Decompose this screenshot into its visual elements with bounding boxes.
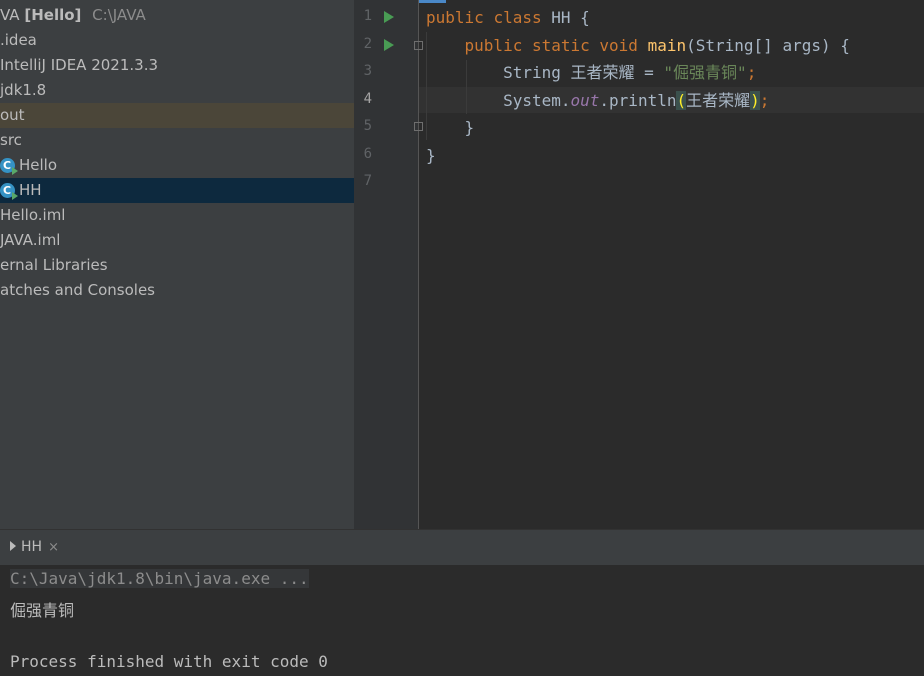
console-command-line[interactable]: C:\Java\jdk1.8\bin\java.exe ... — [10, 569, 309, 588]
run-config-icon — [10, 541, 16, 551]
code-line-4: System.out.println(王者荣耀); — [426, 91, 769, 111]
run-main-icon[interactable] — [384, 39, 394, 51]
root-name: VA — [0, 6, 20, 24]
run-tab[interactable]: HH × — [0, 530, 59, 565]
code-text: = — [634, 63, 664, 82]
tree-item-label: Hello — [19, 156, 58, 174]
run-tab-label: HH — [21, 539, 43, 555]
code-field: out — [570, 91, 600, 110]
code-keyword: static — [531, 36, 590, 55]
tree-item-label: src — [0, 131, 22, 149]
tree-item-label: atches and Consoles — [0, 281, 155, 299]
code-variable: 王者荣耀 — [570, 63, 635, 82]
code-keyword: public — [464, 36, 523, 55]
code-keyword: public — [426, 8, 484, 27]
code-string: "倔强青铜" — [663, 63, 747, 82]
tree-item-label: .idea — [0, 31, 37, 49]
code-function: main — [647, 36, 687, 55]
line-number: 1 — [363, 8, 372, 24]
tree-item-hello-iml[interactable]: Hello.iml — [0, 203, 354, 228]
java-class-icon — [0, 178, 18, 203]
code-keyword: void — [599, 36, 638, 55]
editor-gutter: 1 2 3 4 5 6 7 — [354, 0, 423, 529]
run-panel: HH × C:\Java\jdk1.8\bin\java.exe ... 倔强青铜… — [0, 529, 924, 676]
tree-item-external-libraries[interactable]: ernal Libraries — [0, 253, 354, 278]
code-text: } — [426, 146, 436, 165]
project-panel: VA [Hello] C:\JAVA .idea IntelliJ IDEA 2… — [0, 0, 354, 529]
tree-item-out[interactable]: out — [0, 103, 354, 128]
line-number: 3 — [363, 63, 372, 79]
code-paren: ( — [676, 91, 687, 110]
tree-item-hh[interactable]: HH — [0, 178, 354, 203]
tree-item-hello[interactable]: Hello — [0, 153, 354, 178]
tree-item-jdk[interactable]: jdk1.8 — [0, 78, 354, 103]
code-line-5: } — [426, 118, 475, 138]
code-text: System. — [503, 91, 571, 110]
tree-item-label: jdk1.8 — [0, 81, 47, 99]
tree-item-intellij[interactable]: IntelliJ IDEA 2021.3.3 — [0, 53, 354, 78]
code-semicolon: ; — [746, 63, 757, 82]
tree-item-label: ernal Libraries — [0, 256, 108, 274]
code-text: } — [464, 118, 475, 137]
code-line-2: public static void main(String[] args) { — [426, 36, 850, 56]
root-path: C:\JAVA — [92, 6, 146, 24]
code-editor[interactable]: 1 2 3 4 5 6 7 public class HH { public s… — [354, 0, 924, 529]
line-number: 4 — [363, 91, 372, 107]
line-number: 6 — [363, 146, 372, 162]
tree-item-idea[interactable]: .idea — [0, 28, 354, 53]
code-line-6: } — [426, 146, 436, 166]
tree-item-label: HH — [19, 181, 42, 199]
close-icon[interactable]: × — [48, 540, 59, 555]
fold-close-icon[interactable] — [414, 122, 423, 131]
code-line-3: String 王者荣耀 = "倔强青铜"; — [426, 63, 756, 83]
tree-item-label: IntelliJ IDEA 2021.3.3 — [0, 56, 159, 74]
line-number: 5 — [363, 118, 372, 134]
tree-item-label: Hello.iml — [0, 206, 66, 224]
line-number: 7 — [363, 173, 372, 189]
tree-item-label: out — [0, 106, 25, 124]
code-paren: ) — [750, 91, 760, 110]
tree-item-src[interactable]: src — [0, 128, 354, 153]
code-variable: 王者荣耀 — [686, 91, 751, 110]
code-line-1: public class HH { — [426, 8, 590, 28]
java-class-icon — [0, 153, 18, 178]
tree-root[interactable]: VA [Hello] C:\JAVA — [0, 3, 354, 28]
tree-item-label: JAVA.iml — [0, 231, 61, 249]
run-class-icon[interactable] — [384, 11, 394, 23]
console-exit-message: Process finished with exit code 0 — [10, 652, 328, 671]
code-semicolon: ; — [759, 91, 770, 110]
code-text: HH { — [541, 8, 590, 27]
fold-open-icon[interactable] — [414, 41, 423, 50]
run-header: HH × — [0, 529, 924, 565]
code-text: (String[] args) { — [686, 36, 850, 55]
code-keyword: class — [493, 8, 542, 27]
code-text: .println — [599, 91, 677, 110]
root-module: [Hello] — [24, 6, 82, 24]
console-output: 倔强青铜 — [10, 601, 75, 620]
line-number: 2 — [363, 36, 372, 52]
tree-item-java-iml[interactable]: JAVA.iml — [0, 228, 354, 253]
code-text: String — [503, 63, 571, 82]
tree-item-scratches[interactable]: atches and Consoles — [0, 278, 354, 303]
